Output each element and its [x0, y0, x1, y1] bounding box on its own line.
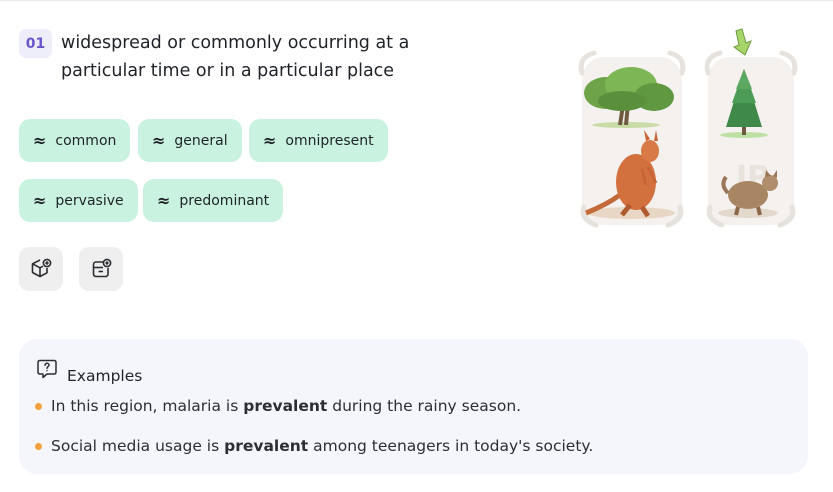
bullet-dot — [35, 442, 42, 450]
example-text-after: during the rainy season. — [327, 397, 522, 415]
synonym-chip-common[interactable]: ≈ common — [19, 119, 131, 162]
example-highlight: prevalent — [243, 397, 328, 415]
arrow-down-icon — [732, 28, 752, 56]
folder-add-icon — [92, 258, 112, 278]
example-sentence: Social media usage is prevalent among te… — [35, 437, 593, 455]
definition-text: widespread or commonly occurring at a pa… — [61, 33, 410, 81]
approx-icon: ≈ — [157, 191, 171, 210]
examples-title: Examples — [67, 367, 143, 385]
question-bubble-icon — [37, 359, 57, 379]
example-text-before: In this region, malaria is — [51, 397, 244, 415]
approx-icon: ≈ — [263, 131, 277, 150]
cube-add-icon — [31, 258, 52, 278]
example-highlight: prevalent — [224, 437, 309, 455]
example-sentence: In this region, malaria is prevalent dur… — [35, 397, 521, 415]
synonym-chip-general[interactable]: ≈ general — [138, 119, 242, 162]
synonym-label: pervasive — [55, 192, 124, 209]
definition-number-badge: 01 — [19, 29, 52, 58]
approx-icon: ≈ — [152, 131, 166, 150]
approx-icon: ≈ — [33, 131, 47, 150]
add-to-folder-button[interactable] — [79, 247, 123, 291]
synonym-label: predominant — [179, 192, 270, 209]
synonym-chip-omnipresent[interactable]: ≈ omnipresent — [249, 119, 388, 162]
synonym-label: general — [174, 132, 228, 149]
examples-panel: Examples In this region, malaria is prev… — [19, 339, 808, 474]
word-card: 01 widespread or commonly occurring at a… — [0, 0, 833, 492]
prevalent-illustration: IP — [578, 28, 798, 228]
synonym-label: omnipresent — [285, 132, 374, 149]
add-to-collection-button[interactable] — [19, 247, 63, 291]
synonym-chip-predominant[interactable]: ≈ predominant — [143, 179, 284, 222]
bullet-dot — [35, 402, 42, 410]
approx-icon: ≈ — [33, 191, 47, 210]
example-text-before: Social media usage is — [51, 437, 225, 455]
synonym-chip-pervasive[interactable]: ≈ pervasive — [19, 179, 138, 222]
synonym-label: common — [55, 132, 117, 149]
example-text-after: among teenagers in today's society. — [308, 437, 594, 455]
